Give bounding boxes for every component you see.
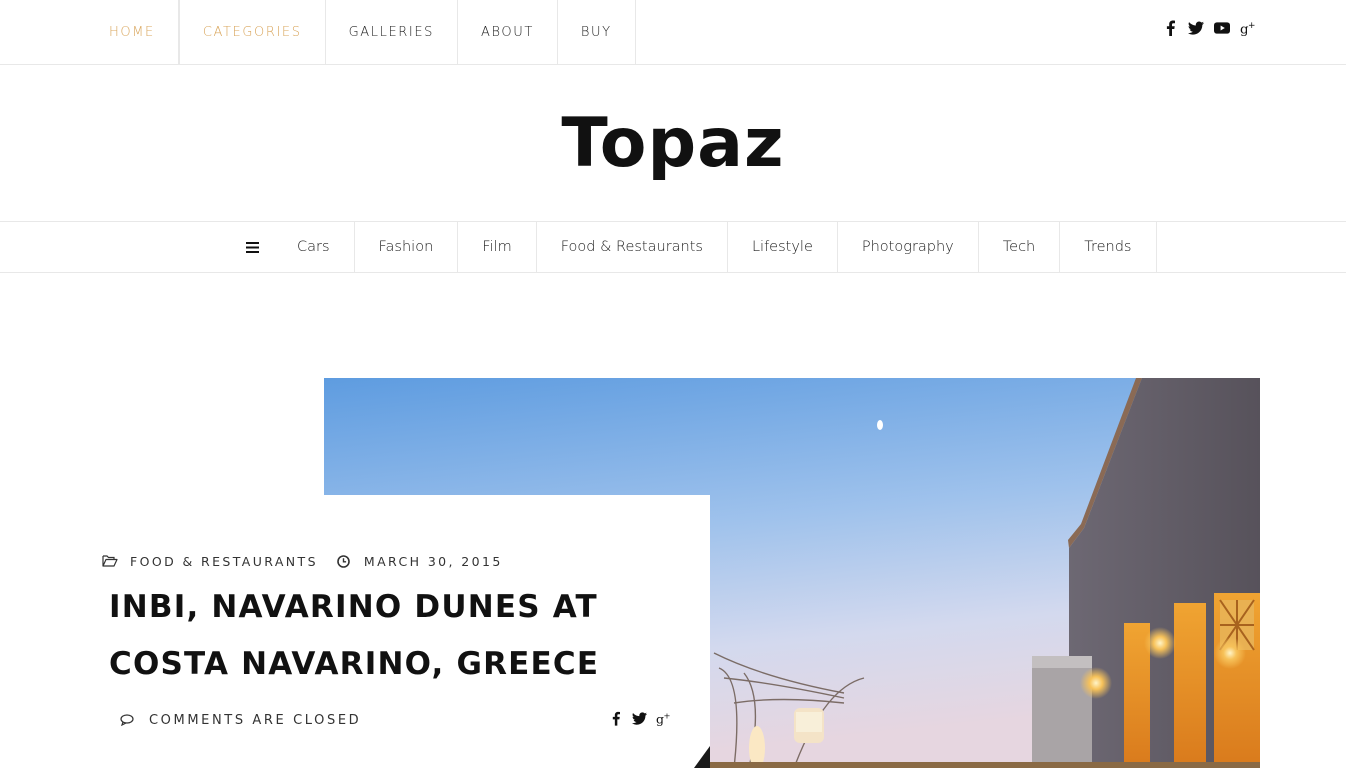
share-facebook-icon[interactable] (608, 709, 623, 727)
nav-home-link[interactable]: HOME (86, 0, 179, 64)
clock-icon (336, 553, 352, 569)
post-share-links: g + (608, 709, 671, 727)
category-navigation: Cars Fashion Film Food & Restaurants Lif… (227, 222, 1157, 272)
hamburger-menu-icon[interactable] (227, 222, 277, 272)
post-meta: FOOD & RESTAURANTS MARCH 30, 2015 (102, 553, 503, 569)
svg-text:+: + (1248, 21, 1255, 31)
category-photography-link[interactable]: Photography (838, 222, 979, 272)
facebook-icon[interactable] (1162, 18, 1178, 38)
google-plus-icon[interactable]: g + (1240, 18, 1256, 38)
comment-icon (119, 712, 135, 728)
twitter-icon[interactable] (1188, 18, 1204, 38)
category-trends-link[interactable]: Trends (1060, 222, 1157, 272)
post-title[interactable]: INBI, NAVARINO DUNES AT COSTA NAVARINO, … (109, 579, 669, 693)
category-lifestyle-link[interactable]: Lifestyle (728, 222, 838, 272)
share-twitter-icon[interactable] (632, 709, 647, 727)
post-title-line-2[interactable]: COSTA NAVARINO, GREECE (109, 646, 599, 682)
post-comments-status: COMMENTS ARE CLOSED (119, 712, 361, 728)
top-navigation: HOME CATEGORIES GALLERIES ABOUT BUY (86, 0, 636, 64)
category-food-restaurants-link[interactable]: Food & Restaurants (537, 222, 728, 272)
svg-text:+: + (664, 711, 671, 721)
share-google-plus-icon[interactable]: g + (656, 709, 671, 727)
featured-post-card: FOOD & RESTAURANTS MARCH 30, 2015 INBI, … (88, 495, 710, 768)
comments-closed-text: COMMENTS ARE CLOSED (149, 712, 362, 728)
nav-galleries-link[interactable]: GALLERIES (326, 0, 459, 64)
category-film-link[interactable]: Film (458, 222, 537, 272)
card-corner-decoration (694, 746, 710, 768)
post-category-link[interactable]: FOOD & RESTAURANTS (130, 554, 318, 569)
social-links-header: g + (1162, 18, 1256, 38)
top-header-bar: HOME CATEGORIES GALLERIES ABOUT BUY g + (0, 0, 1346, 65)
nav-about-link[interactable]: ABOUT (458, 0, 558, 64)
category-tech-link[interactable]: Tech (979, 222, 1061, 272)
category-cars-link[interactable]: Cars (277, 222, 355, 272)
site-logo[interactable]: Topaz (0, 104, 1346, 183)
nav-categories-link[interactable]: CATEGORIES (178, 0, 326, 64)
nav-buy-link[interactable]: BUY (558, 0, 636, 64)
folder-open-icon (102, 553, 118, 569)
category-fashion-link[interactable]: Fashion (355, 222, 459, 272)
youtube-icon[interactable] (1214, 18, 1230, 38)
post-date: MARCH 30, 2015 (363, 553, 503, 569)
category-bar: Cars Fashion Film Food & Restaurants Lif… (0, 221, 1346, 273)
post-title-line-1[interactable]: INBI, NAVARINO DUNES AT (109, 589, 598, 625)
